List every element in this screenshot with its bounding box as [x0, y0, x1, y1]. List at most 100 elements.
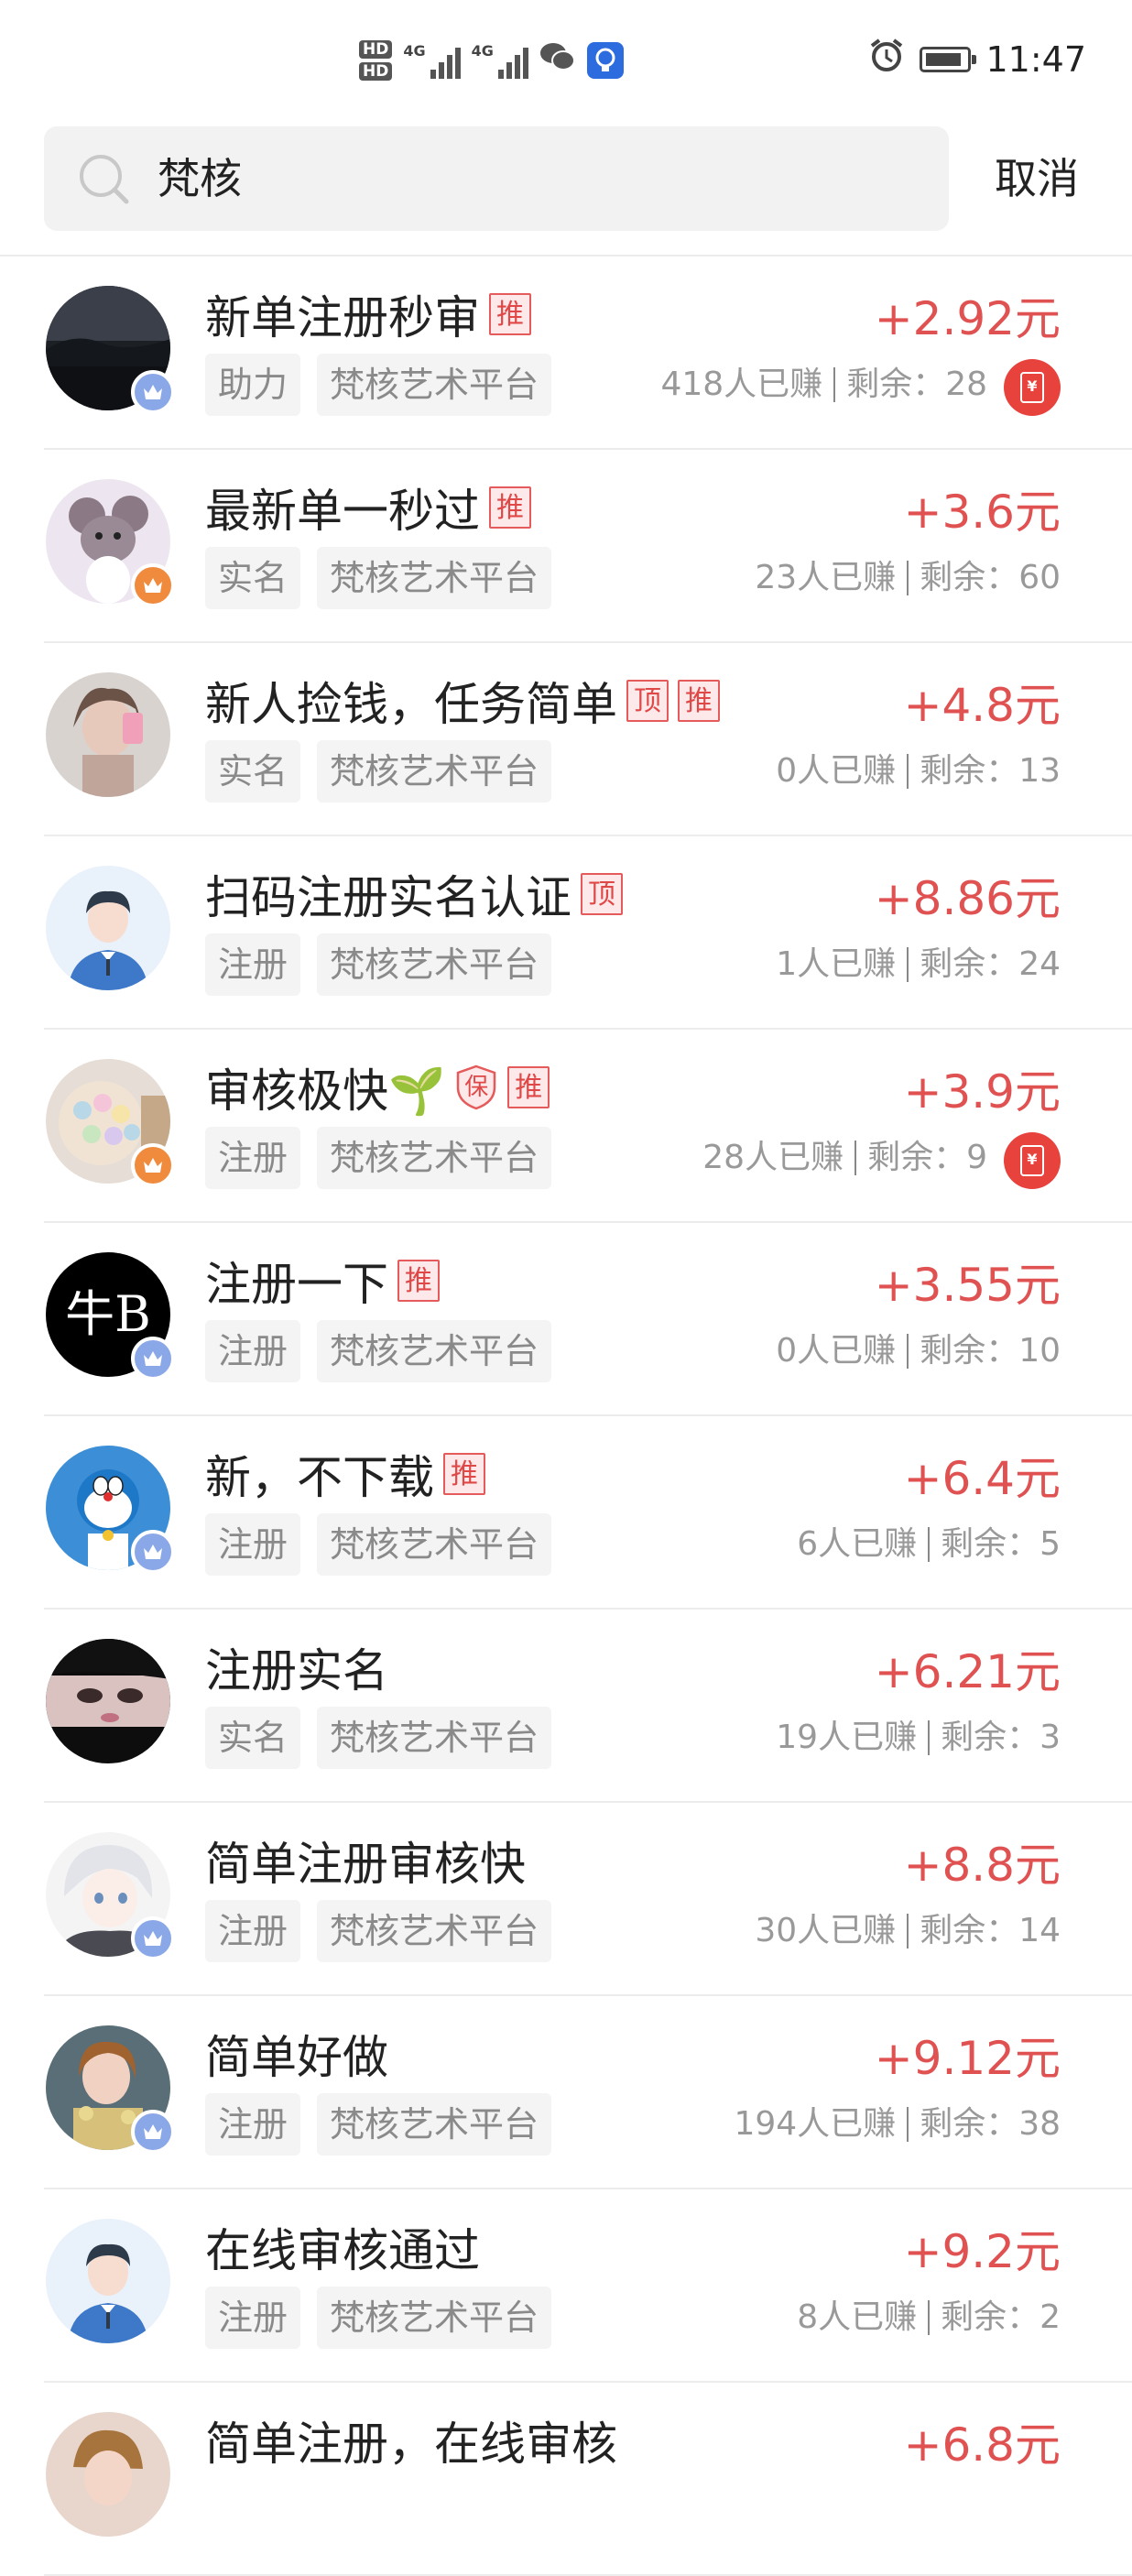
task-stats: 28人已赚 剩余：9: [702, 1127, 987, 1189]
hd-indicator: HD HD: [359, 40, 393, 81]
task-row[interactable]: 牛B 注册一下推注册 梵核艺术平台 +3.55元 0人已赚 剩余：10: [0, 1223, 1132, 1416]
hd2-label: HD: [359, 62, 393, 81]
category-chip: 注册: [205, 1320, 301, 1382]
task-title: 简单注册，在线审核: [205, 2418, 617, 2471]
crown-badge-icon: [131, 1916, 175, 1960]
task-stats: 8人已赚 剩余：2: [797, 2287, 1061, 2349]
cancel-button[interactable]: 取消: [995, 126, 1079, 231]
task-chips: 助力 梵核艺术平台: [205, 354, 552, 416]
category-chip: 注册: [205, 2287, 301, 2349]
task-stats: 0人已赚 剩余：13: [776, 740, 1061, 802]
platform-chip: 梵核艺术平台: [317, 547, 552, 609]
reward-amount: +4.8元: [903, 679, 1061, 732]
stats-divider: [928, 1527, 931, 1562]
title-line: 简单注册，在线审核: [205, 2410, 617, 2471]
task-row[interactable]: 简单好做注册 梵核艺术平台 +9.12元 194人已赚 剩余：38: [0, 1996, 1132, 2189]
task-stats: 0人已赚 剩余：10: [776, 1320, 1061, 1382]
net1-label: 4G: [403, 42, 426, 60]
earned-count: 8人已赚: [797, 2298, 918, 2336]
task-chips: 注册 梵核艺术平台: [205, 1320, 552, 1382]
remaining-count: 剩余：24: [920, 945, 1061, 983]
reward-amount: +9.12元: [874, 2032, 1061, 2085]
remaining-count: 剩余：3: [941, 1719, 1061, 1756]
stats-divider: [928, 1720, 931, 1755]
task-row[interactable]: 新单注册秒审推助力 梵核艺术平台 +2.92元 418人已赚 剩余：28 ¥: [0, 257, 1132, 450]
search-input[interactable]: 梵核: [158, 126, 242, 231]
task-row[interactable]: 新人捡钱，任务简单顶推实名 梵核艺术平台 +4.8元 0人已赚 剩余：13: [0, 643, 1132, 836]
top-tag: 顶: [581, 873, 623, 915]
task-chips: 注册 梵核艺术平台: [205, 2287, 552, 2349]
earned-count: 0人已赚: [776, 1332, 897, 1370]
crown-badge-icon: [131, 563, 175, 607]
task-chips: 注册 梵核艺术平台: [205, 2093, 552, 2156]
remaining-count: 剩余：28: [846, 366, 987, 403]
category-chip: 注册: [205, 1900, 301, 1962]
task-row[interactable]: 审核极快🌱 保推注册 梵核艺术平台 +3.9元 28人已赚 剩余：9 ¥: [0, 1030, 1132, 1223]
signal-icon-1: 4G: [403, 42, 461, 79]
remaining-count: 剩余：5: [941, 1525, 1061, 1563]
task-title: 简单好做: [205, 2031, 388, 2084]
task-row[interactable]: 简单注册审核快 注册 梵核艺术平台 +8.8元 30人已赚 剩余：14: [0, 1803, 1132, 1996]
avatar: [46, 866, 170, 990]
title-line: 新单注册秒审推: [205, 284, 531, 344]
task-chips: 实名 梵核艺术平台: [205, 740, 552, 802]
crown-badge-icon: [131, 1143, 175, 1187]
title-line: 简单好做: [205, 2024, 388, 2084]
task-title: 新单注册秒审: [205, 291, 480, 344]
alarm-icon: [868, 37, 905, 82]
avatar: [46, 2219, 170, 2343]
remaining-count: 剩余：38: [920, 2105, 1061, 2143]
task-title: 审核极快🌱: [205, 1064, 446, 1118]
crown-badge-icon: [131, 1337, 175, 1381]
earned-count: 19人已赚: [776, 1719, 918, 1756]
platform-chip: 梵核艺术平台: [317, 1707, 552, 1769]
recommend-tag: 推: [443, 1453, 485, 1495]
stats-divider: [907, 561, 909, 595]
task-row[interactable]: 注册实名 实名 梵核艺术平台 +6.21元 19人已赚 剩余：3: [0, 1610, 1132, 1803]
svg-text:牛B: 牛B: [65, 1285, 151, 1343]
recommend-tag: 推: [489, 486, 531, 529]
task-row[interactable]: 新，不下载推注册 梵核艺术平台 +6.4元 6人已赚 剩余：5: [0, 1416, 1132, 1610]
task-title: 在线审核通过: [205, 2224, 480, 2277]
earned-count: 194人已赚: [734, 2105, 897, 2143]
task-stats: 1人已赚 剩余：24: [776, 933, 1061, 996]
title-line: 注册一下推: [205, 1250, 440, 1311]
task-chips: 注册 梵核艺术平台: [205, 1513, 552, 1576]
reward-amount: +3.55元: [874, 1259, 1061, 1312]
task-row[interactable]: 在线审核通过 注册 梵核艺术平台 +9.2元 8人已赚 剩余：2: [0, 2189, 1132, 2383]
status-right: 11:47: [868, 37, 1086, 82]
stats-divider: [833, 367, 836, 402]
title-line: 扫码注册实名认证顶: [205, 864, 623, 924]
red-envelope-icon[interactable]: ¥: [1004, 359, 1061, 416]
platform-chip: 梵核艺术平台: [317, 354, 552, 416]
task-stats: 6人已赚 剩余：5: [797, 1513, 1061, 1576]
search-box[interactable]: 梵核: [44, 126, 949, 231]
reward-amount: +8.8元: [903, 1839, 1061, 1892]
task-row[interactable]: 最新单一秒过推实名 梵核艺术平台 +3.6元 23人已赚 剩余：60: [0, 450, 1132, 643]
reward-amount: +8.86元: [874, 872, 1061, 925]
title-line: 简单注册审核快: [205, 1830, 526, 1891]
task-title: 最新单一秒过: [205, 485, 480, 538]
platform-chip: 梵核艺术平台: [317, 1513, 552, 1576]
task-stats: 30人已赚 剩余：14: [755, 1900, 1061, 1962]
task-title: 新人捡钱，任务简单: [205, 678, 617, 731]
earned-count: 418人已赚: [660, 366, 823, 403]
avatar: [46, 2412, 170, 2537]
task-title: 注册实名: [205, 1644, 388, 1697]
platform-chip: 梵核艺术平台: [317, 1900, 552, 1962]
hd1-label: HD: [359, 40, 393, 59]
top-tag: 顶: [626, 680, 669, 722]
task-chips: 注册 梵核艺术平台: [205, 933, 552, 996]
task-row[interactable]: 简单注册，在线审核 +6.8元: [0, 2383, 1132, 2576]
platform-chip: 梵核艺术平台: [317, 1127, 552, 1189]
remaining-count: 剩余：14: [920, 1912, 1061, 1949]
reward-amount: +3.9元: [903, 1065, 1061, 1119]
task-row[interactable]: 扫码注册实名认证顶注册 梵核艺术平台 +8.86元 1人已赚 剩余：24: [0, 836, 1132, 1030]
status-icons: HD HD 4G 4G: [359, 35, 624, 86]
recommend-tag: 推: [507, 1066, 550, 1108]
avatar: [46, 1639, 170, 1763]
red-envelope-icon[interactable]: ¥: [1004, 1132, 1061, 1189]
task-stats: 19人已赚 剩余：3: [776, 1707, 1061, 1769]
earned-count: 28人已赚: [702, 1139, 844, 1176]
task-title: 新，不下载: [205, 1451, 434, 1504]
